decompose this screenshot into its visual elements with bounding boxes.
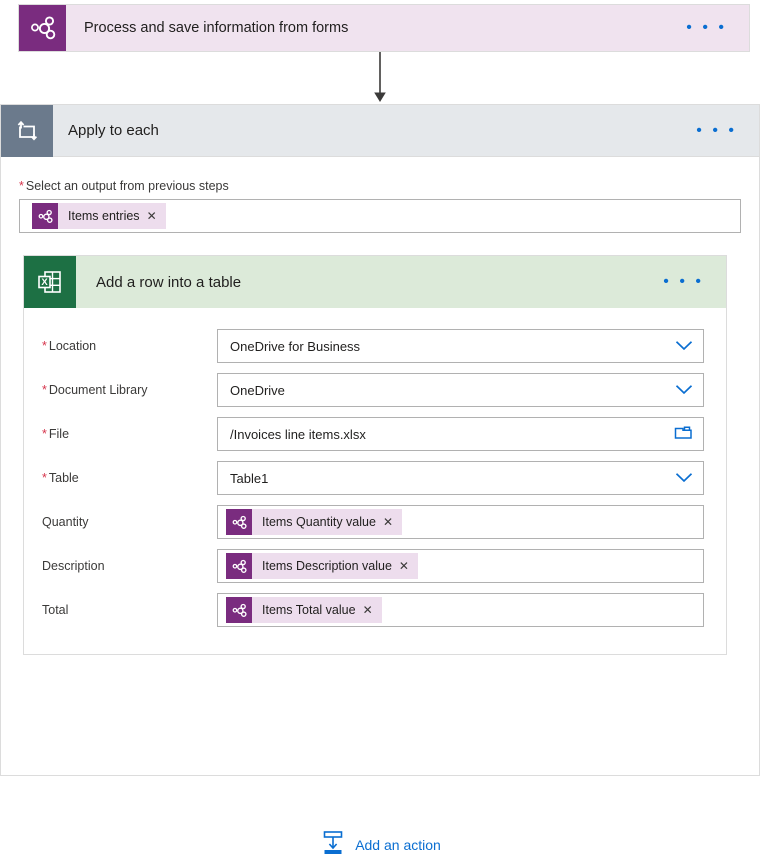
apply-to-each-card[interactable]: Apply to each • • • *Select an output fr… (0, 104, 760, 776)
forms-token-icon (32, 203, 58, 229)
location-value: OneDrive for Business (230, 339, 675, 354)
add-row-action-header[interactable]: X Add a row into a table • • • (24, 256, 726, 308)
add-row-action-title: Add a row into a table (96, 274, 663, 291)
field-label-document-library-text: Document Library (49, 383, 148, 397)
table-value: Table1 (230, 471, 675, 486)
add-row-action-body: *Location OneDrive for Business (24, 308, 726, 654)
select-output-label: *Select an output from previous steps (19, 179, 741, 193)
token-chip-label: Items Total value (252, 603, 363, 617)
field-row-table: *Table Table1 (42, 456, 704, 500)
token-chip-quantity[interactable]: Items Quantity value ✕ (226, 509, 402, 535)
field-label-file: *File (42, 427, 217, 441)
forms-token-icon (226, 597, 252, 623)
field-label-total: Total (42, 603, 217, 617)
token-chip-items-entries[interactable]: Items entries ✕ (32, 203, 166, 229)
table-dropdown[interactable]: Table1 (217, 461, 704, 495)
total-input[interactable]: Items Total value ✕ (217, 593, 704, 627)
field-label-quantity: Quantity (42, 515, 217, 529)
flow-connector-arrow (372, 52, 388, 104)
field-label-table: *Table (42, 471, 217, 485)
token-remove-button[interactable]: ✕ (147, 210, 166, 222)
token-remove-button[interactable]: ✕ (399, 560, 418, 572)
field-row-quantity: Quantity (42, 500, 704, 544)
document-library-dropdown[interactable]: OneDrive (217, 373, 704, 407)
field-label-document-library: *Document Library (42, 383, 217, 397)
add-row-action-menu-button[interactable]: • • • (663, 274, 704, 290)
token-chip-total[interactable]: Items Total value ✕ (226, 597, 382, 623)
field-label-description: Description (42, 559, 217, 573)
required-asterisk: * (42, 427, 47, 441)
field-row-document-library: *Document Library OneDrive (42, 368, 704, 412)
required-asterisk: * (19, 179, 24, 193)
token-remove-button[interactable]: ✕ (363, 604, 382, 616)
forms-token-icon (226, 509, 252, 535)
forms-icon (19, 5, 66, 51)
chevron-down-icon[interactable] (675, 339, 693, 354)
field-label-location: *Location (42, 339, 217, 353)
field-label-file-text: File (49, 427, 69, 441)
apply-to-each-menu-button[interactable]: • • • (696, 123, 737, 139)
token-chip-label: Items entries (58, 209, 147, 223)
field-row-file: *File /Invoices line items.xlsx (42, 412, 704, 456)
required-asterisk: * (42, 471, 47, 485)
add-row-action-card[interactable]: X Add a row into a table • • • *Location… (23, 255, 727, 655)
field-row-description: Description (42, 544, 704, 588)
add-an-action-button[interactable]: Add an action (1, 830, 760, 859)
quantity-input[interactable]: Items Quantity value ✕ (217, 505, 704, 539)
select-output-input[interactable]: Items entries ✕ (19, 199, 741, 233)
field-row-total: Total (42, 588, 704, 632)
file-input[interactable]: /Invoices line items.xlsx (217, 417, 704, 451)
token-chip-label: Items Quantity value (252, 515, 383, 529)
location-dropdown[interactable]: OneDrive for Business (217, 329, 704, 363)
required-asterisk: * (42, 339, 47, 353)
apply-to-each-header[interactable]: Apply to each • • • (1, 105, 759, 157)
description-input[interactable]: Items Description value ✕ (217, 549, 704, 583)
trigger-card[interactable]: Process and save information from forms … (18, 4, 750, 52)
apply-to-each-title: Apply to each (68, 122, 696, 139)
document-library-value: OneDrive (230, 383, 675, 398)
apply-to-each-body: *Select an output from previous steps It… (1, 157, 759, 655)
chevron-down-icon[interactable] (675, 383, 693, 398)
insert-below-icon (321, 830, 345, 859)
token-chip-description[interactable]: Items Description value ✕ (226, 553, 418, 579)
trigger-title: Process and save information from forms (84, 20, 686, 36)
svg-text:X: X (41, 277, 48, 288)
chevron-down-icon[interactable] (675, 471, 693, 486)
loop-icon (1, 105, 53, 157)
forms-token-icon (226, 553, 252, 579)
required-asterisk: * (42, 383, 47, 397)
field-label-location-text: Location (49, 339, 96, 353)
trigger-menu-button[interactable]: • • • (686, 20, 727, 36)
add-an-action-label: Add an action (355, 837, 441, 853)
field-label-table-text: Table (49, 471, 79, 485)
excel-icon: X (24, 256, 76, 308)
select-output-label-text: Select an output from previous steps (26, 179, 229, 193)
folder-icon[interactable] (674, 424, 693, 444)
field-row-location: *Location OneDrive for Business (42, 324, 704, 368)
token-chip-label: Items Description value (252, 559, 399, 573)
token-remove-button[interactable]: ✕ (383, 516, 402, 528)
file-value: /Invoices line items.xlsx (230, 427, 674, 442)
